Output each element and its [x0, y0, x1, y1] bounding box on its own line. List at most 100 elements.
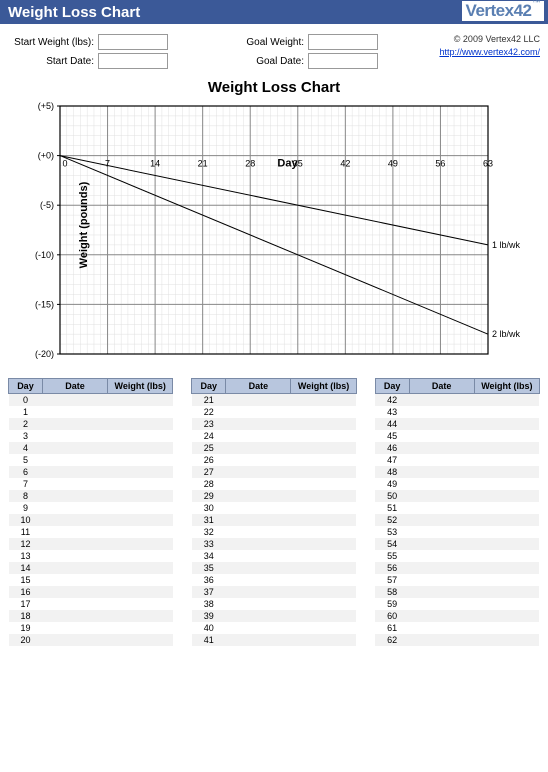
goal-weight-input[interactable]: [308, 34, 378, 50]
cell-date[interactable]: [226, 478, 291, 490]
cell-date[interactable]: [42, 478, 107, 490]
cell-weight[interactable]: [474, 610, 539, 622]
cell-weight[interactable]: [291, 478, 356, 490]
cell-date[interactable]: [409, 394, 474, 407]
cell-date[interactable]: [226, 562, 291, 574]
cell-weight[interactable]: [108, 562, 173, 574]
cell-date[interactable]: [409, 610, 474, 622]
cell-date[interactable]: [226, 574, 291, 586]
cell-date[interactable]: [409, 454, 474, 466]
cell-weight[interactable]: [108, 574, 173, 586]
cell-date[interactable]: [42, 538, 107, 550]
cell-date[interactable]: [409, 430, 474, 442]
cell-date[interactable]: [42, 490, 107, 502]
cell-date[interactable]: [42, 634, 107, 646]
goal-date-input[interactable]: [308, 53, 378, 69]
cell-weight[interactable]: [108, 538, 173, 550]
cell-date[interactable]: [409, 502, 474, 514]
cell-date[interactable]: [42, 610, 107, 622]
cell-date[interactable]: [226, 526, 291, 538]
cell-date[interactable]: [226, 418, 291, 430]
cell-weight[interactable]: [474, 490, 539, 502]
cell-date[interactable]: [409, 442, 474, 454]
cell-weight[interactable]: [291, 406, 356, 418]
cell-date[interactable]: [409, 538, 474, 550]
cell-date[interactable]: [226, 610, 291, 622]
cell-date[interactable]: [226, 454, 291, 466]
cell-weight[interactable]: [474, 550, 539, 562]
cell-date[interactable]: [226, 466, 291, 478]
cell-date[interactable]: [226, 394, 291, 407]
cell-weight[interactable]: [291, 466, 356, 478]
cell-weight[interactable]: [108, 454, 173, 466]
cell-weight[interactable]: [108, 418, 173, 430]
cell-date[interactable]: [42, 622, 107, 634]
cell-date[interactable]: [226, 598, 291, 610]
cell-weight[interactable]: [291, 550, 356, 562]
cell-weight[interactable]: [291, 610, 356, 622]
cell-weight[interactable]: [474, 538, 539, 550]
start-weight-input[interactable]: [98, 34, 168, 50]
cell-date[interactable]: [42, 454, 107, 466]
cell-weight[interactable]: [474, 394, 539, 407]
cell-date[interactable]: [409, 418, 474, 430]
cell-date[interactable]: [42, 502, 107, 514]
cell-weight[interactable]: [291, 598, 356, 610]
cell-weight[interactable]: [291, 562, 356, 574]
cell-weight[interactable]: [108, 514, 173, 526]
cell-date[interactable]: [42, 514, 107, 526]
cell-date[interactable]: [42, 598, 107, 610]
cell-date[interactable]: [409, 622, 474, 634]
cell-weight[interactable]: [474, 406, 539, 418]
vertex42-link[interactable]: http://www.vertex42.com/: [408, 47, 540, 57]
cell-date[interactable]: [409, 574, 474, 586]
start-date-input[interactable]: [98, 53, 168, 69]
cell-weight[interactable]: [474, 598, 539, 610]
cell-date[interactable]: [409, 634, 474, 646]
cell-date[interactable]: [409, 406, 474, 418]
cell-weight[interactable]: [474, 634, 539, 646]
cell-weight[interactable]: [108, 622, 173, 634]
cell-date[interactable]: [226, 406, 291, 418]
cell-date[interactable]: [42, 574, 107, 586]
cell-weight[interactable]: [108, 466, 173, 478]
cell-weight[interactable]: [474, 562, 539, 574]
cell-date[interactable]: [409, 466, 474, 478]
cell-date[interactable]: [409, 514, 474, 526]
cell-date[interactable]: [42, 394, 107, 407]
cell-weight[interactable]: [108, 610, 173, 622]
cell-date[interactable]: [409, 562, 474, 574]
cell-weight[interactable]: [474, 622, 539, 634]
cell-date[interactable]: [226, 586, 291, 598]
cell-weight[interactable]: [474, 478, 539, 490]
cell-date[interactable]: [226, 442, 291, 454]
cell-weight[interactable]: [291, 622, 356, 634]
cell-weight[interactable]: [474, 586, 539, 598]
cell-date[interactable]: [42, 430, 107, 442]
cell-weight[interactable]: [291, 538, 356, 550]
cell-weight[interactable]: [108, 394, 173, 407]
cell-weight[interactable]: [108, 598, 173, 610]
cell-weight[interactable]: [108, 586, 173, 598]
cell-weight[interactable]: [474, 418, 539, 430]
cell-date[interactable]: [409, 526, 474, 538]
cell-date[interactable]: [409, 478, 474, 490]
cell-weight[interactable]: [108, 442, 173, 454]
cell-date[interactable]: [226, 538, 291, 550]
cell-weight[interactable]: [291, 394, 356, 407]
cell-weight[interactable]: [291, 430, 356, 442]
cell-date[interactable]: [226, 550, 291, 562]
cell-date[interactable]: [42, 466, 107, 478]
cell-weight[interactable]: [108, 490, 173, 502]
cell-weight[interactable]: [474, 574, 539, 586]
cell-date[interactable]: [42, 526, 107, 538]
cell-weight[interactable]: [474, 442, 539, 454]
cell-date[interactable]: [409, 490, 474, 502]
cell-date[interactable]: [226, 430, 291, 442]
cell-date[interactable]: [226, 622, 291, 634]
cell-weight[interactable]: [291, 502, 356, 514]
cell-weight[interactable]: [108, 634, 173, 646]
cell-date[interactable]: [42, 550, 107, 562]
cell-weight[interactable]: [291, 442, 356, 454]
cell-date[interactable]: [409, 598, 474, 610]
